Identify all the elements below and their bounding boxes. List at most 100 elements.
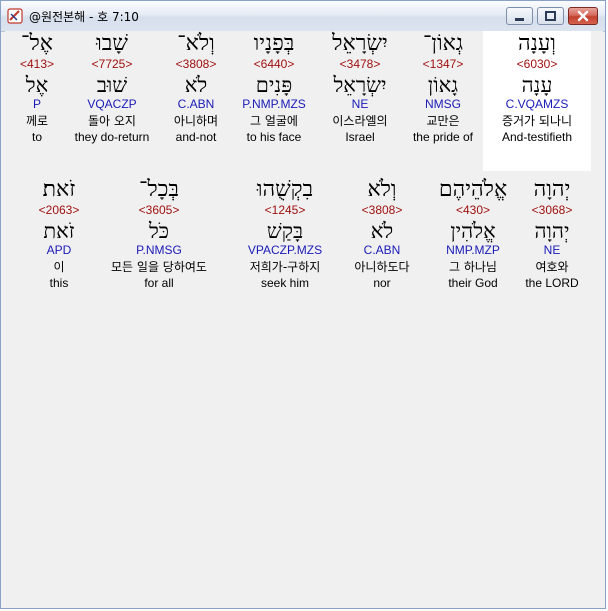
- hebrew-word: זֹאת׃: [42, 177, 76, 202]
- english-gloss: they do-return: [74, 130, 150, 144]
- lemma-word: לֹא: [370, 219, 394, 243]
- strong-number[interactable]: <3808>: [339, 203, 425, 219]
- parse-code: NMSG: [425, 97, 461, 111]
- strong-number[interactable]: <3605>: [93, 203, 225, 219]
- maximize-icon: [545, 11, 556, 21]
- maximize-button[interactable]: [537, 7, 564, 25]
- strong-number[interactable]: <6440>: [233, 57, 315, 73]
- strong-number[interactable]: <1245>: [233, 203, 337, 219]
- english-gloss: the pride of: [412, 130, 474, 144]
- english-gloss: their God: [448, 276, 498, 290]
- parse-code: VPACZP.MZS: [247, 243, 323, 257]
- korean-gloss: 이: [53, 260, 65, 274]
- minimize-icon: [515, 18, 524, 21]
- word-column[interactable]: בִקְשֻׁהוּ <1245> בָּקַשׁ VPACZP.MZS 저희가…: [233, 177, 337, 292]
- english-gloss: and-not: [175, 130, 217, 144]
- lemma-word: כֹּל: [148, 219, 170, 243]
- parse-code: P.NMP.MZS: [242, 97, 306, 111]
- app-logo-icon: [7, 8, 23, 24]
- hebrew-word: בְּכָל־: [138, 177, 180, 202]
- word-column[interactable]: יִשְׂרָאֵל <3478> יִשְׂרָאֵל NE 이스라엘의 Is…: [318, 31, 402, 146]
- english-gloss: to his face: [246, 130, 302, 144]
- english-gloss: Israel: [345, 130, 375, 144]
- english-gloss: seek him: [260, 276, 310, 290]
- interlinear-content: וְעָנָה <6030> עָנָה C.VQAMZS 증거가 되나니 An…: [5, 31, 603, 606]
- korean-gloss: 아니하며: [173, 114, 219, 128]
- word-column[interactable]: יְהוָה <3068> יְהוָה NE 여호와 the LORD: [517, 177, 587, 292]
- word-column[interactable]: וְלֹא <3808> לֹא C.ABN 아니하도다 nor: [339, 177, 425, 292]
- parse-code: P.NMSG: [136, 243, 182, 257]
- close-icon: [577, 10, 589, 22]
- hebrew-word: וְעָנָה: [518, 31, 556, 56]
- title-bar[interactable]: @원전본해 - 호 7:10: [1, 1, 605, 32]
- lemma-word: גָאוֹן: [427, 73, 459, 97]
- interlinear-window: @원전본해 - 호 7:10 וְעָנָה <6030> עָנָה C.VQ…: [0, 0, 606, 609]
- strong-number[interactable]: <7725>: [67, 57, 157, 73]
- parse-code: C.ABN: [177, 97, 215, 111]
- korean-gloss: 그 하나님: [449, 260, 497, 274]
- korean-gloss: 증거가 되나니: [501, 114, 573, 128]
- english-gloss: for all: [144, 276, 174, 290]
- hebrew-word: שָׁבוּ: [96, 31, 128, 56]
- lemma-word: יְהוָה: [534, 219, 570, 243]
- strong-number[interactable]: <430>: [431, 203, 515, 219]
- word-column[interactable]: גְאוֹן־ <1347> גָאוֹן NMSG 교만은 the pride…: [405, 31, 481, 146]
- window-title: @원전본해 - 호 7:10: [29, 10, 139, 24]
- lemma-word: לֹא: [184, 73, 208, 97]
- english-gloss: the LORD: [525, 276, 579, 290]
- strong-number[interactable]: <6030>: [483, 57, 591, 73]
- parse-code: C.VQAMZS: [505, 97, 569, 111]
- close-button[interactable]: [568, 7, 598, 25]
- parse-code: NMP.MZP: [446, 243, 500, 257]
- hebrew-word: בְּפָנָיו: [253, 31, 295, 56]
- parse-code: NE: [351, 97, 369, 111]
- word-column[interactable]: שָׁבוּ <7725> שׁוּב VQACZP 돌아 오지 they do…: [67, 31, 157, 146]
- minimize-button[interactable]: [506, 7, 533, 25]
- parse-code: P: [32, 97, 41, 111]
- lemma-word: עָנָה: [521, 73, 553, 97]
- hebrew-word: וְלֹא: [367, 177, 397, 202]
- strong-number[interactable]: <413>: [13, 57, 61, 73]
- hebrew-word: וְלֹא־: [177, 31, 215, 56]
- korean-gloss: 그 얼굴에: [250, 114, 298, 128]
- strong-number[interactable]: <3808>: [163, 57, 229, 73]
- word-column[interactable]: וְלֹא־ <3808> לֹא C.ABN 아니하며 and-not: [163, 31, 229, 146]
- strong-number[interactable]: <2063>: [33, 203, 85, 219]
- parse-code: APD: [46, 243, 72, 257]
- hebrew-word: יִשְׂרָאֵל: [332, 31, 388, 56]
- word-column[interactable]: וְעָנָה <6030> עָנָה C.VQAMZS 증거가 되나니 An…: [483, 31, 591, 171]
- english-gloss: this: [49, 276, 69, 290]
- word-column[interactable]: אֶל־ <413> אֶל P 께로 to: [13, 31, 61, 146]
- korean-gloss: 여호와: [535, 260, 569, 274]
- lemma-word: יִשְׂרָאֵל: [333, 73, 387, 97]
- word-column[interactable]: אֱלֹהֵיהֶם <430> אֱלֹהִין NMP.MZP 그 하나님 …: [431, 177, 515, 292]
- parse-code: C.ABN: [363, 243, 401, 257]
- lemma-word: בָּקַשׁ: [266, 219, 304, 243]
- lemma-word: שׁוּב: [96, 73, 128, 97]
- hebrew-word: בִקְשֻׁהוּ: [256, 177, 314, 202]
- word-column[interactable]: זֹאת׃ <2063> זֹאת APD 이 this: [33, 177, 85, 292]
- hebrew-word: אֱלֹהֵיהֶם: [438, 177, 508, 202]
- korean-gloss: 모든 일을 당하여도: [111, 260, 207, 274]
- parse-code: NE: [543, 243, 561, 257]
- hebrew-word: יְהוָה: [533, 177, 571, 202]
- lemma-word: אֱלֹהִין: [450, 219, 496, 243]
- parse-code: VQACZP: [87, 97, 137, 111]
- english-gloss: nor: [373, 276, 391, 290]
- korean-gloss: 저희가-구하지: [249, 260, 321, 274]
- lemma-word: אֶל: [25, 73, 49, 97]
- word-column[interactable]: בְּכָל־ <3605> כֹּל P.NMSG 모든 일을 당하여도 fo…: [93, 177, 225, 292]
- strong-number[interactable]: <1347>: [405, 57, 481, 73]
- korean-gloss: 교만은: [426, 114, 460, 128]
- word-column[interactable]: בְּפָנָיו <6440> פָּנִים P.NMP.MZS 그 얼굴에…: [233, 31, 315, 146]
- english-gloss: to: [31, 130, 42, 144]
- strong-number[interactable]: <3478>: [318, 57, 402, 73]
- hebrew-word: אֶל־: [21, 31, 53, 56]
- hebrew-word: גְאוֹן־: [422, 31, 464, 56]
- korean-gloss: 이스라엘의: [332, 114, 388, 128]
- strong-number[interactable]: <3068>: [517, 203, 587, 219]
- korean-gloss: 아니하도다: [354, 260, 410, 274]
- english-gloss: And-testifieth: [501, 130, 573, 144]
- lemma-word: פָּנִים: [255, 73, 293, 97]
- lemma-word: זֹאת: [43, 219, 75, 243]
